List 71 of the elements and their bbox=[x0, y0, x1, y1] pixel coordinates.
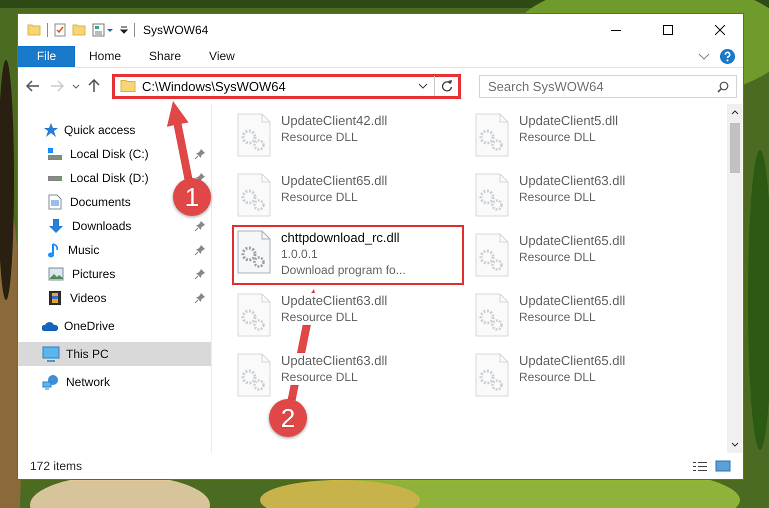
dropdown-icon[interactable] bbox=[418, 83, 428, 89]
file-name[interactable]: UpdateClient63.dll bbox=[519, 173, 626, 189]
sidebar-item[interactable]: Downloads bbox=[18, 214, 140, 238]
search-icon[interactable] bbox=[717, 80, 729, 92]
pin-icon[interactable] bbox=[195, 221, 205, 231]
file-name[interactable]: UpdateClient5.dll bbox=[519, 113, 618, 129]
music-note-icon bbox=[48, 242, 60, 258]
sidebar-item[interactable]: Documents bbox=[18, 190, 139, 214]
file-detail: Resource DLL bbox=[281, 369, 358, 385]
pin-icon[interactable] bbox=[195, 149, 205, 159]
network-icon bbox=[42, 374, 60, 390]
help-icon[interactable] bbox=[720, 49, 735, 64]
pin-icon[interactable] bbox=[195, 269, 205, 279]
properties-icon[interactable] bbox=[92, 23, 114, 37]
address-bar[interactable]: C:\Windows\SysWOW64 bbox=[112, 74, 461, 98]
pin-icon[interactable] bbox=[195, 245, 205, 255]
refresh-icon[interactable] bbox=[441, 80, 453, 92]
sidebar-item[interactable]: Network bbox=[18, 370, 118, 394]
back-arrow-icon[interactable] bbox=[26, 80, 40, 92]
address-path: C:\Windows\SysWOW64 bbox=[142, 78, 287, 94]
sidebar-item[interactable]: Pictures bbox=[18, 262, 124, 286]
down-arrow-icon bbox=[48, 218, 64, 234]
sidebar-item[interactable]: Videos bbox=[18, 286, 114, 310]
caret-icon[interactable] bbox=[72, 84, 80, 88]
sidebar-item[interactable]: OneDrive bbox=[18, 314, 123, 338]
file-detail: Resource DLL bbox=[281, 309, 358, 325]
ribbon-tab[interactable]: View bbox=[195, 46, 249, 67]
scroll-thumb[interactable] bbox=[730, 123, 740, 173]
thumbnail-view-icon[interactable] bbox=[715, 460, 731, 472]
file-name[interactable]: UpdateClient63.dll bbox=[281, 293, 388, 309]
ribbon-tab[interactable]: Home bbox=[75, 46, 136, 67]
window-title: SysWOW64 bbox=[143, 23, 208, 37]
item-count: 172 items bbox=[30, 459, 82, 473]
scroll-down-icon[interactable] bbox=[731, 442, 739, 447]
drive-icon bbox=[48, 176, 62, 180]
dropdown-icon[interactable] bbox=[120, 26, 128, 34]
image-icon bbox=[48, 267, 64, 281]
scrollbar[interactable] bbox=[727, 104, 743, 453]
file-name[interactable]: UpdateClient65.dll bbox=[519, 233, 626, 249]
folder-icon bbox=[120, 80, 136, 92]
sidebar-item[interactable]: Local Disk (D:) bbox=[18, 166, 157, 190]
maximize-icon bbox=[663, 25, 673, 35]
file-name[interactable]: UpdateClient63.dll bbox=[281, 353, 388, 369]
ribbon-tab[interactable]: Share bbox=[135, 46, 196, 67]
file-name[interactable]: chttpdownload_rc.dll bbox=[281, 230, 400, 246]
details-view-icon[interactable] bbox=[693, 462, 707, 470]
cloud-icon bbox=[42, 321, 58, 331]
file-name[interactable]: UpdateClient65.dll bbox=[519, 293, 626, 309]
chevron-icon[interactable] bbox=[698, 53, 710, 60]
document-icon bbox=[48, 194, 62, 210]
folder-icon[interactable] bbox=[27, 24, 41, 36]
star-icon bbox=[42, 122, 58, 138]
checklist-icon[interactable] bbox=[54, 23, 66, 37]
pin-icon[interactable] bbox=[195, 293, 205, 303]
dll-file-icon[interactable] bbox=[237, 230, 271, 274]
folder-icon[interactable] bbox=[72, 24, 86, 36]
scroll-up-icon[interactable] bbox=[731, 110, 739, 115]
film-icon bbox=[48, 290, 62, 306]
sidebar-item[interactable]: Local Disk (C:) bbox=[18, 142, 157, 166]
drive-icon bbox=[48, 148, 62, 160]
sidebar-item[interactable]: Quick access bbox=[18, 118, 144, 142]
monitor-icon bbox=[42, 346, 60, 362]
file-name[interactable]: UpdateClient42.dll bbox=[281, 113, 388, 129]
up-arrow-icon[interactable] bbox=[88, 79, 100, 93]
search-field[interactable]: Search SysWOW64 bbox=[479, 74, 737, 98]
file-description: Download program fo... bbox=[281, 262, 406, 278]
sidebar-item[interactable]: Music bbox=[18, 238, 108, 262]
close-icon bbox=[715, 25, 725, 35]
file-name[interactable]: UpdateClient65.dll bbox=[281, 173, 388, 189]
sidebar-item[interactable]: This PC bbox=[18, 342, 211, 366]
file-name[interactable]: UpdateClient65.dll bbox=[519, 353, 626, 369]
